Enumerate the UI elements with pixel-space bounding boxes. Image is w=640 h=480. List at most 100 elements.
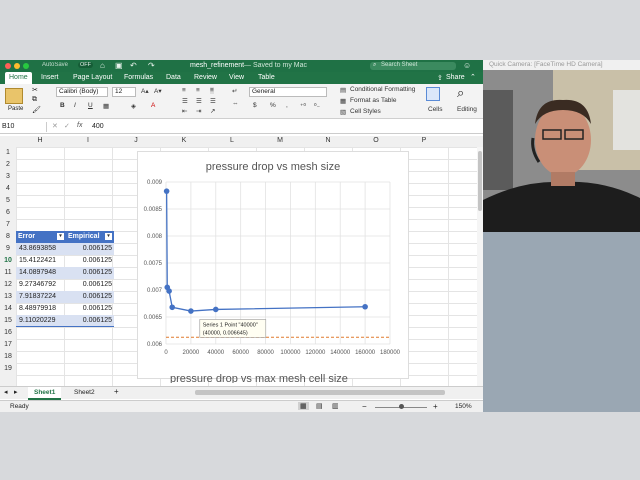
italic-button[interactable]: I (74, 102, 76, 109)
table-cell[interactable]: 0.006125 (66, 267, 114, 279)
zoom-in-icon[interactable]: + (433, 402, 438, 411)
zoom-slider-thumb[interactable] (399, 404, 404, 409)
format-painter-icon[interactable]: 🖌 (32, 106, 41, 114)
row-header[interactable]: 18 (0, 353, 16, 360)
table-cell[interactable]: 15.4122421 (16, 255, 66, 267)
row-header[interactable]: 4 (0, 185, 16, 192)
comma-button[interactable]: , (286, 102, 288, 109)
fx-icon[interactable]: fx (77, 122, 82, 129)
align-center-icon[interactable]: ☰ (196, 97, 202, 105)
table-header-empirical[interactable]: Empirical ▾ (66, 231, 114, 243)
second-chart-title[interactable]: pressure drop vs max mesh cell size (170, 373, 390, 383)
zoom-out-icon[interactable]: − (362, 402, 367, 411)
table-cell[interactable]: 8.48979918 (16, 303, 66, 315)
tab-home[interactable]: Home (5, 72, 32, 84)
zoom-level[interactable]: 150% (455, 403, 472, 410)
column-header[interactable]: H (16, 137, 64, 144)
table-cell[interactable]: 7.91837224 (16, 291, 66, 303)
column-header[interactable]: M (256, 137, 304, 144)
cancel-icon[interactable]: ✕ (52, 122, 58, 130)
column-header[interactable]: O (352, 137, 400, 144)
cut-icon[interactable]: ✂ (32, 86, 38, 94)
home-icon[interactable]: ⌂ (100, 61, 105, 70)
table-cell[interactable]: 0.006125 (66, 243, 114, 255)
sheet-tab-sheet1[interactable]: Sheet1 (28, 387, 62, 400)
copy-icon[interactable]: ⧉ (32, 96, 37, 104)
align-middle-icon[interactable]: ≡ (196, 87, 200, 94)
currency-button[interactable]: $ (253, 102, 257, 109)
tab-table[interactable]: Table (258, 74, 275, 81)
tab-data[interactable]: Data (166, 74, 181, 81)
decrease-decimal-icon[interactable]: ⁰₋ (314, 102, 320, 110)
row-header[interactable]: 10 (0, 257, 16, 264)
align-right-icon[interactable]: ☰ (210, 97, 216, 105)
save-icon[interactable]: ▣ (115, 61, 123, 70)
add-sheet-button[interactable]: + (114, 387, 119, 396)
prev-sheet-icon[interactable]: ◂ (4, 388, 8, 396)
align-bottom-icon[interactable]: ≡ (210, 87, 214, 94)
normal-view-icon[interactable]: ▦ (298, 402, 309, 410)
font-color-icon[interactable]: A (151, 102, 155, 109)
share-button[interactable]: Share (446, 74, 465, 81)
vertical-scroll-thumb[interactable] (478, 151, 482, 211)
row-header[interactable]: 12 (0, 281, 16, 288)
name-box[interactable]: B10 (2, 122, 47, 132)
align-left-icon[interactable]: ☰ (182, 97, 188, 105)
row-header[interactable]: 14 (0, 305, 16, 312)
font-size-select[interactable]: 12 (112, 87, 136, 97)
row-header[interactable]: 2 (0, 161, 16, 168)
decrease-indent-icon[interactable]: ⇤ (182, 107, 187, 115)
editing-search-icon[interactable]: ⌕ (457, 85, 464, 101)
row-header[interactable]: 16 (0, 329, 16, 336)
share-icon[interactable]: ⇪ (437, 74, 443, 82)
font-name-select[interactable]: Calibri (Body) (56, 87, 108, 97)
tab-review[interactable]: Review (194, 74, 217, 81)
row-header[interactable]: 13 (0, 293, 16, 300)
table-cell[interactable]: 0.006125 (66, 279, 114, 291)
next-sheet-icon[interactable]: ▸ (14, 388, 18, 396)
column-header[interactable]: P (400, 137, 448, 144)
paste-icon[interactable] (5, 88, 23, 104)
tab-view[interactable]: View (229, 74, 244, 81)
redo-icon[interactable]: ↷ (148, 61, 155, 70)
row-header[interactable]: 6 (0, 209, 16, 216)
increase-decimal-icon[interactable]: ⁺⁰ (300, 102, 306, 110)
zoom-window-icon[interactable] (23, 63, 29, 69)
tab-page-layout[interactable]: Page Layout (73, 74, 112, 81)
table-cell[interactable]: 9.11020229 (16, 315, 66, 327)
close-window-icon[interactable] (5, 63, 11, 69)
table-cell[interactable]: 9.27346792 (16, 279, 66, 291)
row-header[interactable]: 17 (0, 341, 16, 348)
underline-button[interactable]: U (88, 102, 93, 109)
format-table-button[interactable]: Format as Table (350, 97, 396, 104)
percent-button[interactable]: % (270, 102, 276, 109)
row-header[interactable]: 11 (0, 269, 16, 276)
row-header[interactable]: 3 (0, 173, 16, 180)
sheet-tab-sheet2[interactable]: Sheet2 (68, 387, 101, 398)
bold-button[interactable]: B (60, 102, 65, 109)
cells-icon[interactable] (426, 87, 440, 101)
wrap-text-icon[interactable]: ↵ (232, 87, 237, 95)
row-header[interactable]: 1 (0, 149, 16, 156)
column-header[interactable]: K (160, 137, 208, 144)
minimize-window-icon[interactable] (14, 63, 20, 69)
table-cell[interactable]: 14.0897948 (16, 267, 66, 279)
table-cell[interactable]: 0.006125 (66, 315, 114, 327)
table-cell[interactable]: 0.006125 (66, 291, 114, 303)
autosave-toggle[interactable]: OFF (78, 62, 93, 68)
table-header-error[interactable]: Error ▾ (16, 231, 66, 243)
search-box[interactable]: ⌕ Search Sheet (370, 62, 456, 70)
page-break-view-icon[interactable]: ▥ (332, 402, 339, 410)
cond-format-button[interactable]: Conditional Formatting (350, 86, 415, 93)
row-header[interactable]: 5 (0, 197, 16, 204)
column-header[interactable]: L (208, 137, 256, 144)
fill-color-icon[interactable]: ◈ (131, 102, 136, 110)
orientation-icon[interactable]: ↗ (210, 107, 215, 115)
increase-indent-icon[interactable]: ⇥ (196, 107, 201, 115)
column-header[interactable]: I (64, 137, 112, 144)
row-header[interactable]: 7 (0, 221, 16, 228)
horizontal-scroll-thumb[interactable] (195, 390, 445, 395)
filter-dropdown-icon[interactable]: ▾ (105, 233, 112, 240)
table-cell[interactable]: 43.8693858 (16, 243, 66, 255)
number-format-select[interactable]: General (249, 87, 327, 97)
